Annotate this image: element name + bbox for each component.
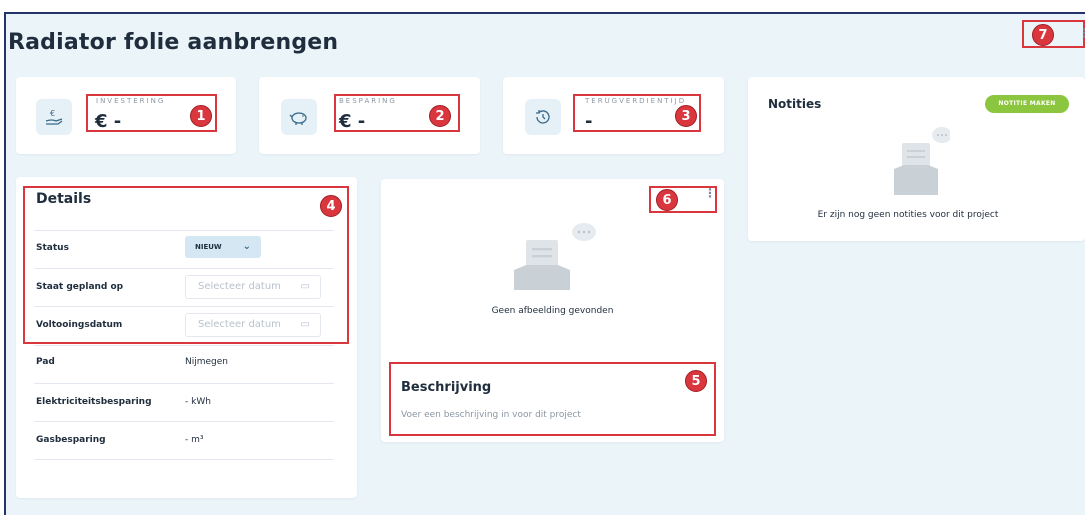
page-more-menu-icon[interactable]: ⋮ [1078, 26, 1085, 40]
image-empty-text: Geen afbeelding gevonden [491, 306, 614, 316]
notes-title: Notities [768, 97, 822, 111]
notitie-maken-button[interactable]: NOTITIE MAKEN [985, 95, 1069, 113]
notes-empty-text: Er zijn nog geen notities voor dit proje… [817, 210, 999, 220]
gas-label: Gasbesparing [36, 435, 106, 445]
details-divider [34, 383, 334, 384]
svg-text:€: € [50, 109, 55, 118]
pad-label: Pad [36, 357, 55, 367]
annotation-box-5 [389, 362, 716, 436]
annotation-badge-5: 5 [685, 370, 707, 392]
clock-history-icon [525, 99, 561, 135]
details-divider [34, 459, 334, 460]
hand-euro-icon: € [36, 99, 72, 135]
pad-value: Nijmegen [185, 357, 228, 367]
annotation-badge-4: 4 [320, 195, 342, 217]
gas-value: - m³ [185, 435, 204, 445]
annotation-badge-2: 2 [429, 105, 451, 127]
details-divider [34, 421, 334, 422]
elektriciteit-value: - kWh [185, 397, 211, 407]
empty-image-illustration-icon [514, 223, 596, 290]
top-white-strip [0, 0, 285, 12]
empty-notes-illustration-icon [894, 127, 950, 195]
description-input[interactable]: Voer een beschrijving in voor dit projec… [401, 410, 581, 420]
piggy-bank-icon [281, 99, 317, 135]
image-more-menu-icon[interactable]: ⋮ [704, 186, 716, 200]
annotation-badge-7: 7 [1032, 24, 1054, 46]
annotation-badge-3: 3 [675, 105, 697, 127]
elektriciteit-label: Elektriciteitsbesparing [36, 397, 152, 407]
page-title: Radiator folie aanbrengen [8, 30, 339, 55]
annotation-box-4 [23, 186, 349, 344]
description-title: Beschrijving [401, 380, 492, 395]
annotation-badge-1: 1 [190, 105, 212, 127]
details-divider [34, 345, 334, 346]
annotation-badge-6: 6 [656, 189, 678, 211]
